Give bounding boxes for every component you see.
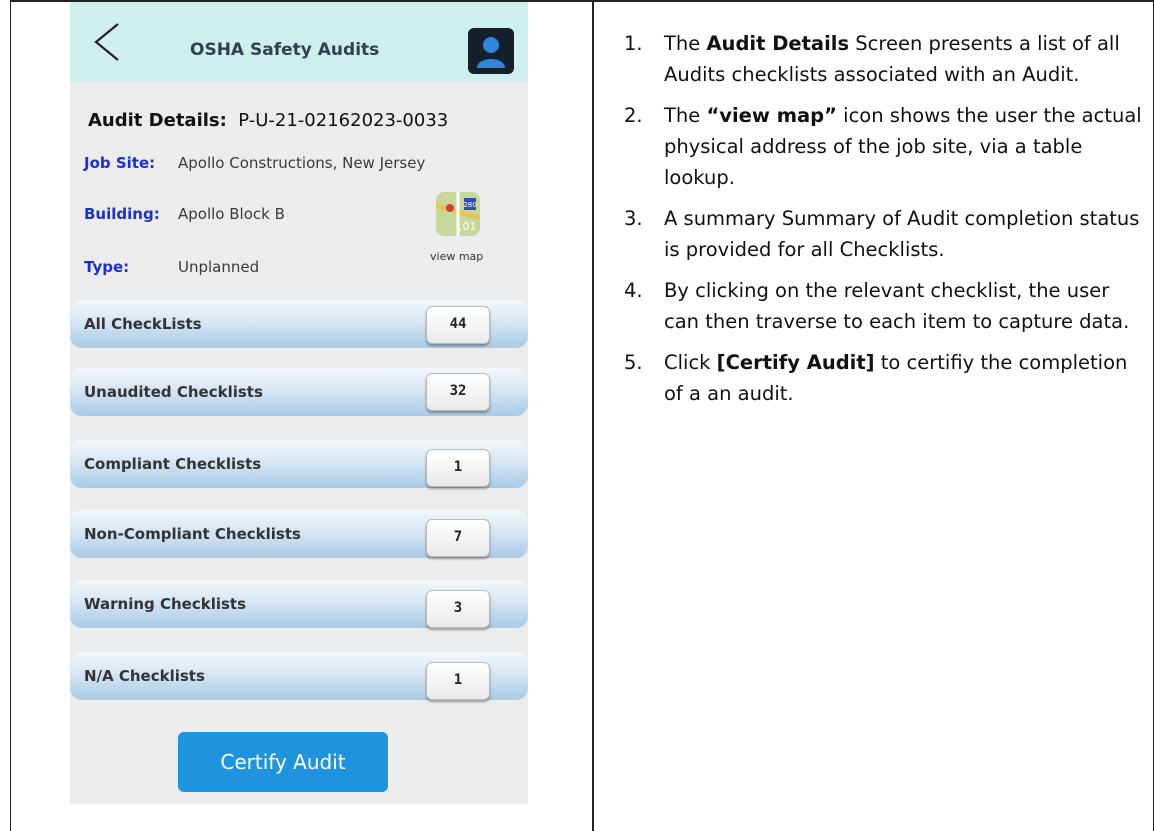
building-value: Apollo Block B (178, 205, 285, 223)
instructions-list: 1. The Audit Details Screen presents a l… (624, 28, 1144, 409)
checklist-count-badge: 32 (426, 373, 490, 411)
map-badge-text: 280 (463, 201, 476, 209)
map-route-text: 101 (456, 220, 477, 233)
instruction-bold: “view map” (706, 104, 837, 127)
building-label: Building: (84, 205, 160, 223)
instruction-text: The (664, 32, 707, 55)
job-site-value: Apollo Constructions, New Jersey (178, 154, 426, 172)
certify-audit-button[interactable]: Certify Audit (178, 732, 388, 792)
profile-icon[interactable] (468, 28, 514, 74)
table-column-divider (592, 0, 594, 831)
view-map-link[interactable]: view map (430, 250, 483, 263)
checklist-label: N/A Checklists (84, 667, 205, 685)
checklist-label: Non-Compliant Checklists (84, 525, 301, 543)
instruction-number: 5. (624, 351, 643, 374)
checklist-row-unaudited[interactable]: Unaudited Checklists 32 (70, 368, 528, 416)
checklist-label: Unaudited Checklists (84, 383, 263, 401)
instruction-number: 3. (624, 207, 643, 230)
job-site-label: Job Site: (84, 154, 156, 172)
instruction-text: The (664, 104, 707, 127)
checklist-row-compliant[interactable]: Compliant Checklists 1 (70, 440, 528, 488)
instruction-item: 1. The Audit Details Screen presents a l… (624, 28, 1144, 90)
checklist-count-badge: 1 (426, 662, 490, 700)
instruction-bold: [Certify Audit] (716, 351, 875, 374)
checklist-label: All CheckLists (84, 315, 202, 333)
checklist-row-na[interactable]: N/A Checklists 1 (70, 652, 528, 700)
type-label: Type: (84, 258, 130, 276)
instruction-number: 1. (624, 32, 643, 55)
instruction-text: A summary Summary of Audit completion st… (664, 207, 1140, 261)
checklist-count-badge: 7 (426, 519, 490, 557)
checklist-count-badge: 3 (426, 590, 490, 628)
audit-details-label: Audit Details: (88, 110, 227, 131)
instruction-item: 5. Click [Certify Audit] to certifiy the… (624, 347, 1144, 409)
app-header: OSHA Safety Audits (70, 2, 528, 82)
instruction-number: 2. (624, 104, 643, 127)
instruction-text: Click (664, 351, 717, 374)
checklist-row-all[interactable]: All CheckLists 44 (70, 300, 528, 348)
instruction-item: 3. A summary Summary of Audit completion… (624, 203, 1144, 265)
instruction-bold: Audit Details (706, 32, 850, 55)
checklist-label: Compliant Checklists (84, 455, 262, 473)
audit-id: P-U-21-02162023-0033 (238, 110, 449, 131)
instruction-text: By clicking on the relevant checklist, t… (664, 279, 1130, 333)
type-value: Unplanned (178, 258, 260, 276)
checklist-count-badge: 44 (426, 306, 490, 344)
audit-details-heading: Audit Details: P-U-21-02162023-0033 (88, 110, 448, 131)
instruction-number: 4. (624, 279, 643, 302)
checklist-label: Warning Checklists (84, 595, 247, 613)
phone-screen: OSHA Safety Audits Audit Details: P-U-21… (70, 2, 528, 804)
app-title: OSHA Safety Audits (190, 40, 380, 60)
checklist-row-non-compliant[interactable]: Non-Compliant Checklists 7 (70, 510, 528, 558)
back-chevron-icon[interactable] (88, 20, 128, 64)
checklist-row-warning[interactable]: Warning Checklists 3 (70, 580, 528, 628)
instruction-item: 4. By clicking on the relevant checklist… (624, 275, 1144, 337)
instruction-item: 2. The “view map” icon shows the user th… (624, 100, 1144, 193)
checklist-count-badge: 1 (426, 449, 490, 487)
map-icon[interactable]: 280 101 (436, 192, 480, 236)
